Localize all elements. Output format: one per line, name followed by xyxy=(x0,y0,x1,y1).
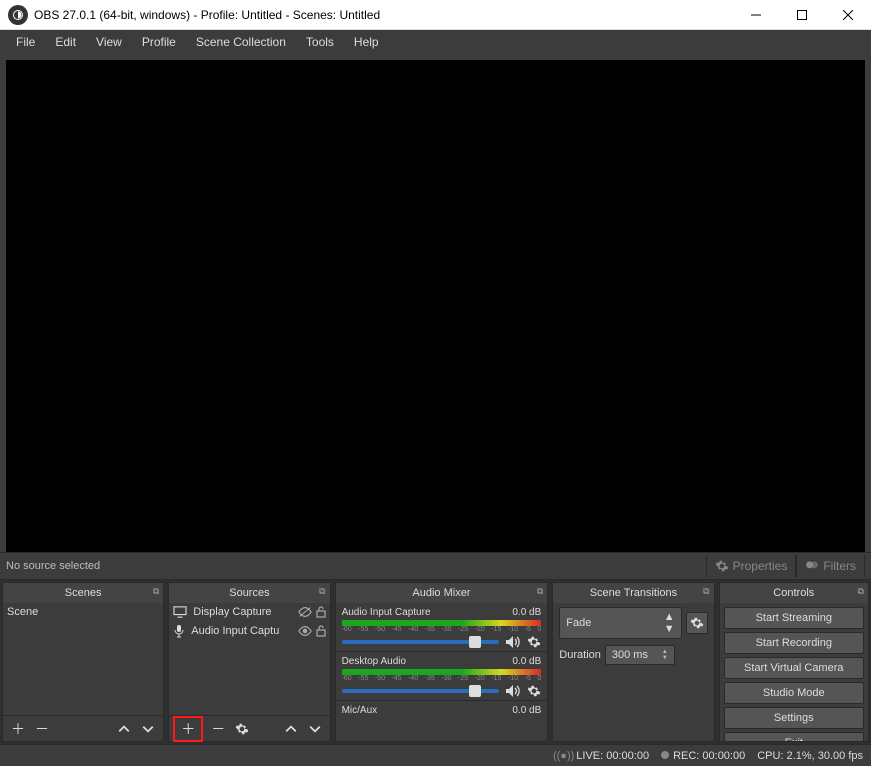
audio-meter xyxy=(342,620,542,626)
popout-icon[interactable]: ⧉ xyxy=(858,586,864,597)
window-title: OBS 27.0.1 (64-bit, windows) - Profile: … xyxy=(34,8,380,22)
filters-button[interactable]: Filters xyxy=(796,555,865,577)
volume-slider[interactable] xyxy=(342,689,500,693)
mixer-channel: Audio Input Capture 0.0 dB -60-55-50-45-4… xyxy=(336,603,548,651)
monitor-icon xyxy=(173,606,187,618)
channel-settings-icon[interactable] xyxy=(527,635,541,649)
visibility-visible-icon[interactable] xyxy=(298,625,312,637)
start-recording-button[interactable]: Start Recording xyxy=(724,632,864,654)
add-scene-button[interactable]: ＋ xyxy=(7,718,29,740)
maximize-button[interactable] xyxy=(779,0,825,30)
scene-transitions-header: Scene Transitions⧉ xyxy=(553,583,713,603)
start-virtual-camera-button[interactable]: Start Virtual Camera xyxy=(724,657,864,679)
menu-scene-collection[interactable]: Scene Collection xyxy=(186,32,296,52)
source-toolbar: No source selected Properties Filters xyxy=(0,552,871,580)
properties-button[interactable]: Properties xyxy=(706,555,797,577)
obs-logo-icon xyxy=(8,5,28,25)
add-source-button[interactable]: ＋ xyxy=(177,718,199,740)
spin-arrows-icon: ▲▼ xyxy=(664,611,675,635)
status-bar: ((●))LIVE: 00:00:00 REC: 00:00:00 CPU: 2… xyxy=(0,744,871,766)
meter-ticks: -60-55-50-45-40-35-30-25-20-15-10-50 xyxy=(342,675,542,682)
move-scene-down-button[interactable] xyxy=(137,718,159,740)
meter-ticks: -60-55-50-45-40-35-30-25-20-15-10-50 xyxy=(342,626,542,633)
close-button[interactable] xyxy=(825,0,871,30)
source-properties-button[interactable] xyxy=(231,718,253,740)
status-live: LIVE: 00:00:00 xyxy=(576,750,649,762)
menu-profile[interactable]: Profile xyxy=(132,32,186,52)
titlebar: OBS 27.0.1 (64-bit, windows) - Profile: … xyxy=(0,0,871,30)
source-item-audio-input[interactable]: Audio Input Captu xyxy=(169,621,329,641)
rec-dot-icon xyxy=(661,751,669,759)
move-source-up-button[interactable] xyxy=(280,718,302,740)
menu-help[interactable]: Help xyxy=(344,32,389,52)
speaker-icon[interactable] xyxy=(505,684,521,698)
transition-dropdown[interactable]: Fade ▲▼ xyxy=(559,607,681,639)
channel-db: 0.0 dB xyxy=(512,705,541,716)
menu-edit[interactable]: Edit xyxy=(45,32,86,52)
audio-meter xyxy=(342,669,542,675)
remove-scene-button[interactable]: － xyxy=(31,718,53,740)
visibility-hidden-icon[interactable] xyxy=(298,606,312,618)
channel-name: Mic/Aux xyxy=(342,705,378,716)
popout-icon[interactable]: ⧉ xyxy=(703,586,709,597)
preview-canvas[interactable] xyxy=(6,60,865,552)
broadcast-icon: ((●)) xyxy=(553,750,574,762)
controls-dock: Controls⧉ Start Streaming Start Recordin… xyxy=(719,582,869,742)
popout-icon[interactable]: ⧉ xyxy=(319,586,325,597)
add-source-highlight: ＋ xyxy=(173,716,203,742)
start-streaming-button[interactable]: Start Streaming xyxy=(724,607,864,629)
minimize-button[interactable] xyxy=(733,0,779,30)
menu-tools[interactable]: Tools xyxy=(296,32,344,52)
remove-source-button[interactable]: － xyxy=(207,718,229,740)
source-item-display-capture[interactable]: Display Capture xyxy=(169,603,329,621)
audio-mixer-dock: Audio Mixer⧉ Audio Input Capture 0.0 dB -… xyxy=(335,582,549,742)
duration-spinbox[interactable]: 300 ms ▲▼ xyxy=(605,645,675,665)
channel-name: Audio Input Capture xyxy=(342,607,431,618)
studio-mode-button[interactable]: Studio Mode xyxy=(724,682,864,704)
no-source-label: No source selected xyxy=(6,560,100,572)
mixer-channel: Desktop Audio 0.0 dB -60-55-50-45-40-35-3… xyxy=(336,651,548,700)
menu-bar: File Edit View Profile Scene Collection … xyxy=(0,30,871,54)
mic-icon xyxy=(173,624,185,638)
sources-dock: Sources⧉ Display Capture Audio Input Cap… xyxy=(168,582,330,742)
channel-settings-icon[interactable] xyxy=(527,684,541,698)
scene-transitions-dock: Scene Transitions⧉ Fade ▲▼ Duration 300 … xyxy=(552,582,714,742)
audio-mixer-header: Audio Mixer⧉ xyxy=(336,583,548,603)
scenes-header: Scenes⧉ xyxy=(3,583,163,603)
menu-file[interactable]: File xyxy=(6,32,45,52)
sources-header: Sources⧉ xyxy=(169,583,329,603)
popout-icon[interactable]: ⧉ xyxy=(537,586,543,597)
scenes-dock: Scenes⧉ Scene ＋ － xyxy=(2,582,164,742)
channel-db: 0.0 dB xyxy=(512,607,541,618)
status-cpu: CPU: 2.1%, 30.00 fps xyxy=(757,750,863,762)
exit-button[interactable]: Exit xyxy=(724,732,864,741)
controls-header: Controls⧉ xyxy=(720,583,868,603)
channel-db: 0.0 dB xyxy=(512,656,541,667)
lock-icon[interactable] xyxy=(316,625,326,637)
move-scene-up-button[interactable] xyxy=(113,718,135,740)
status-rec: REC: 00:00:00 xyxy=(673,750,745,762)
volume-slider[interactable] xyxy=(342,640,500,644)
mixer-channel: Mic/Aux 0.0 dB xyxy=(336,700,548,718)
speaker-icon[interactable] xyxy=(505,635,521,649)
channel-name: Desktop Audio xyxy=(342,656,407,667)
transition-properties-button[interactable] xyxy=(686,612,708,634)
lock-icon[interactable] xyxy=(316,606,326,618)
menu-view[interactable]: View xyxy=(86,32,132,52)
settings-button[interactable]: Settings xyxy=(724,707,864,729)
popout-icon[interactable]: ⧉ xyxy=(153,586,159,597)
duration-label: Duration xyxy=(559,649,601,661)
preview-container xyxy=(0,54,871,552)
spin-arrows-icon: ▲▼ xyxy=(662,649,668,661)
move-source-down-button[interactable] xyxy=(304,718,326,740)
scene-item[interactable]: Scene xyxy=(3,603,163,621)
